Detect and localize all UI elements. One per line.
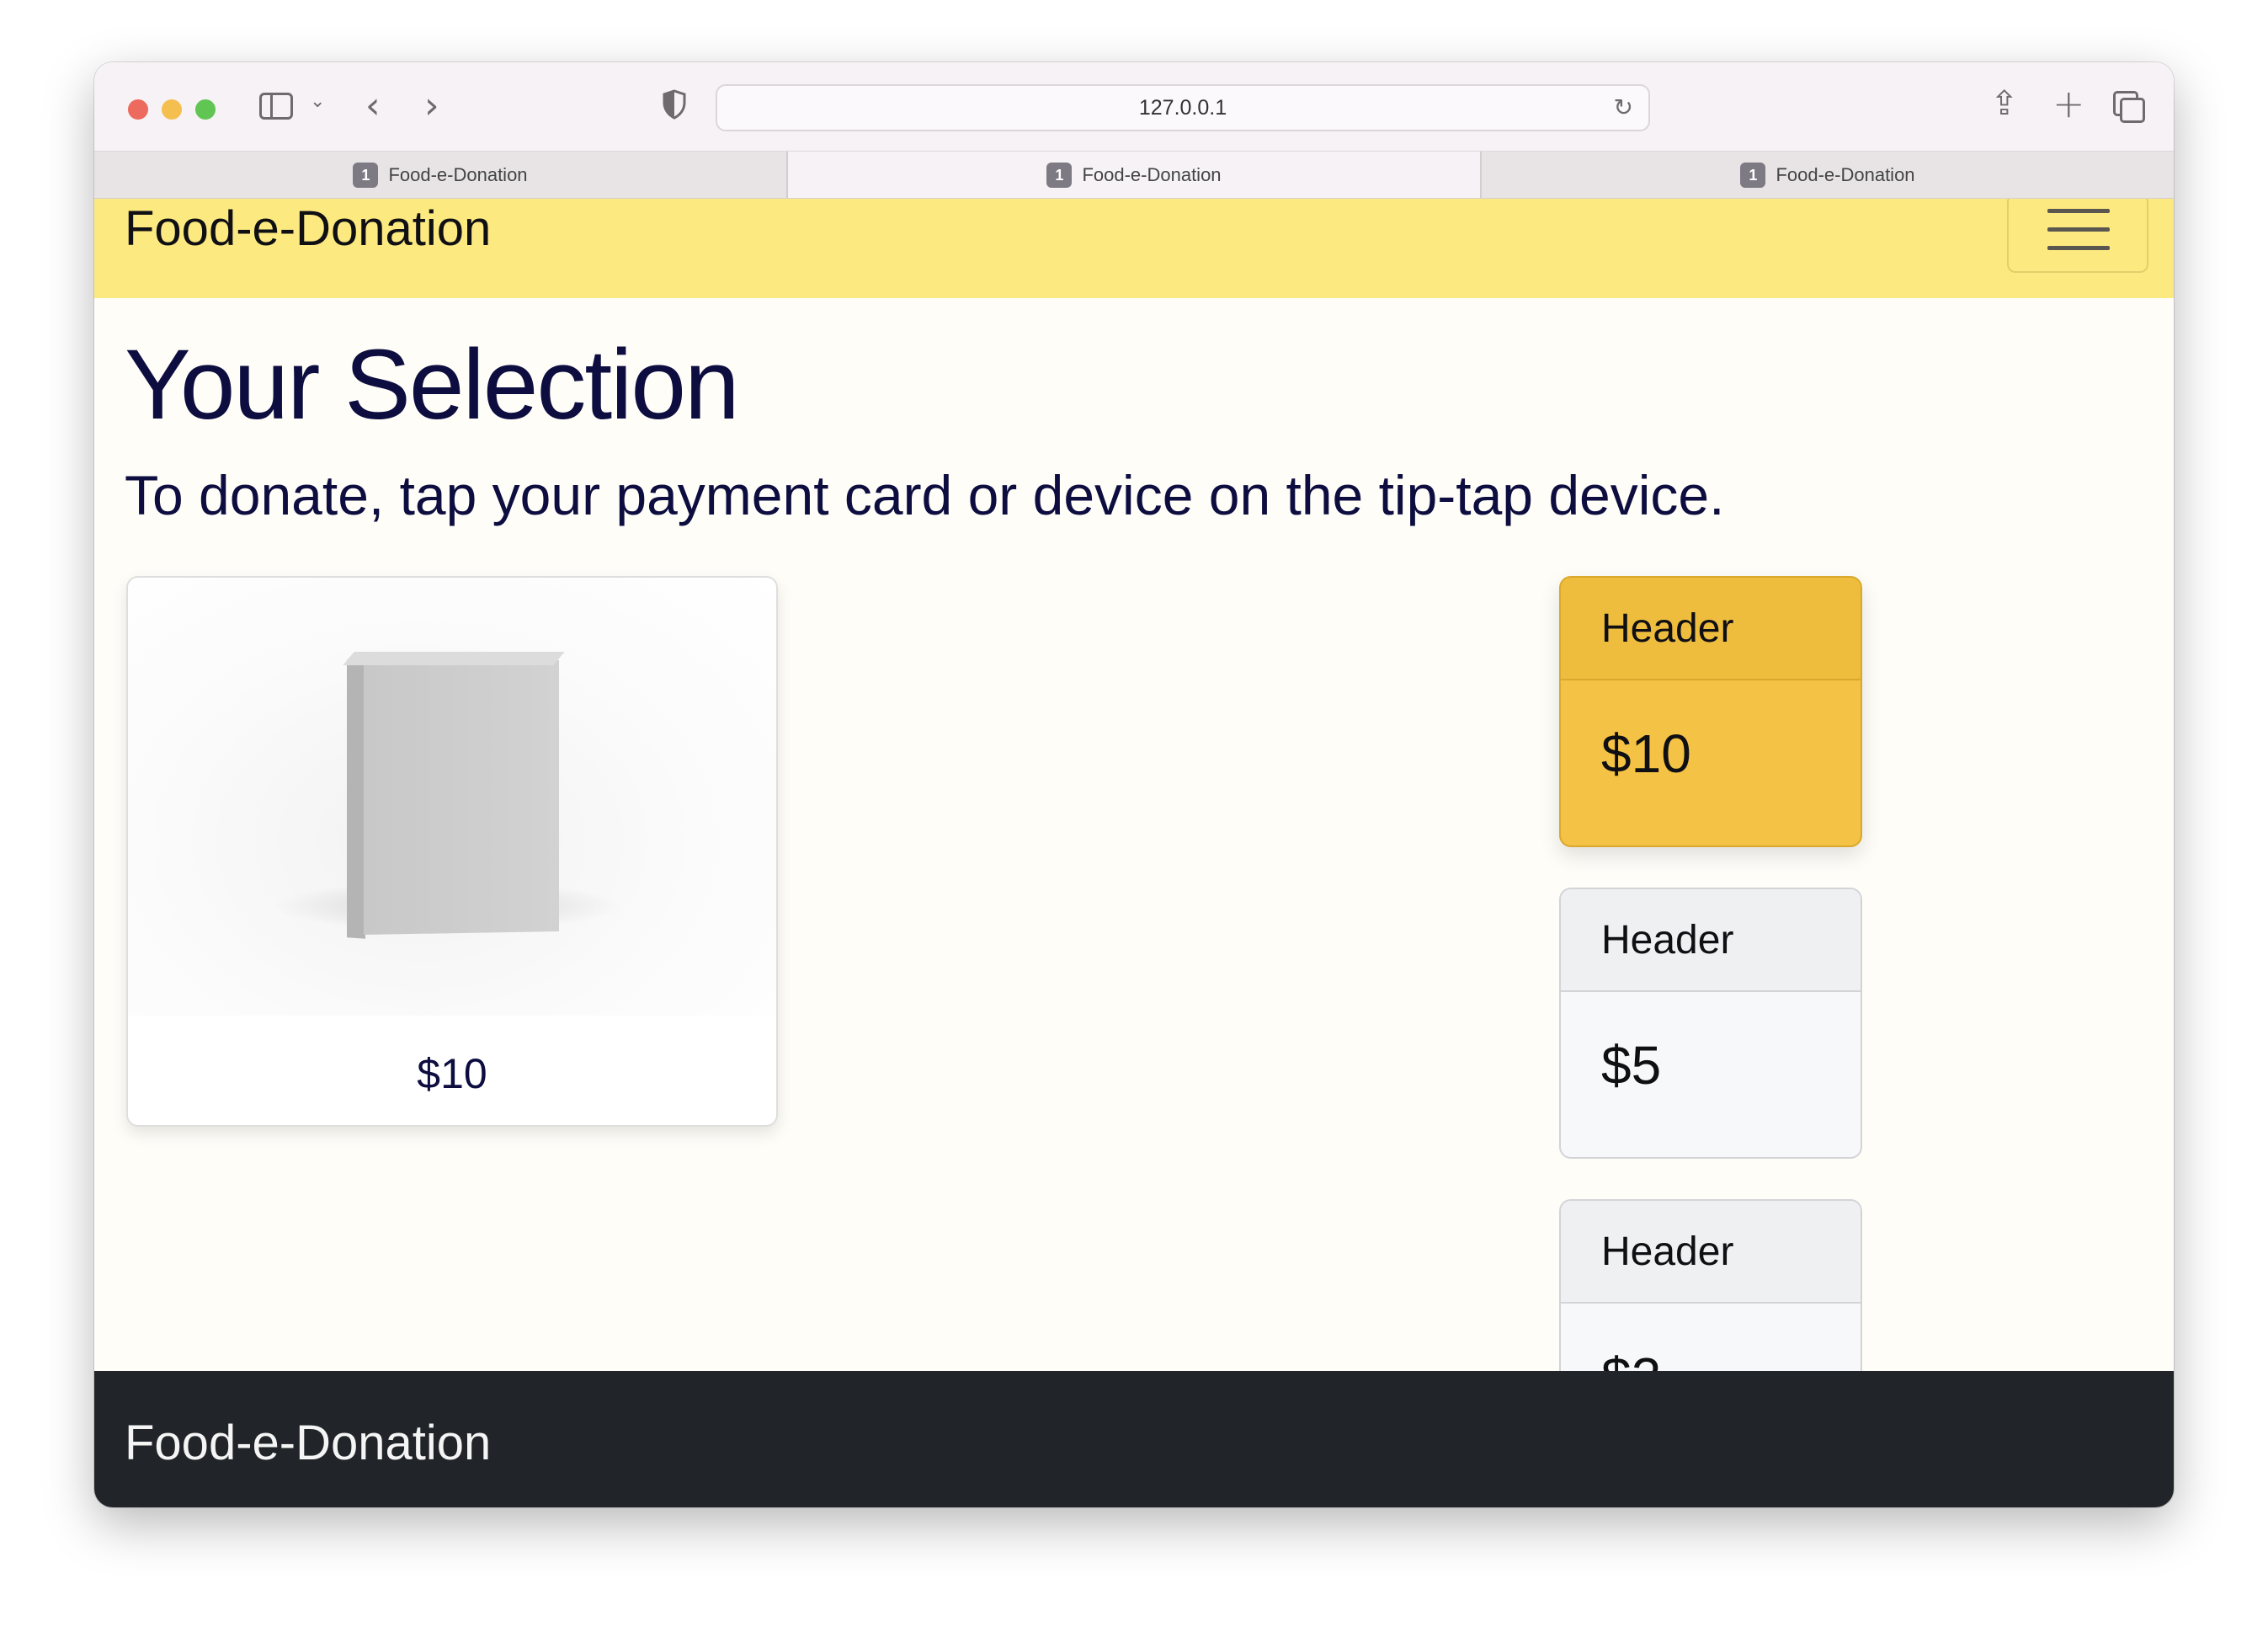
hamburger-line — [2047, 209, 2110, 213]
amount-card-header: Header — [1561, 1201, 1861, 1304]
shield-icon[interactable] — [662, 89, 687, 120]
tab-badge: 1 — [1740, 162, 1766, 188]
product-image — [128, 578, 776, 1016]
forward-icon[interactable]: › — [424, 84, 439, 127]
navbar-brand[interactable]: Food-e-Donation — [125, 199, 491, 259]
tab-1[interactable]: 1 Food-e-Donation — [94, 152, 788, 198]
back-icon[interactable]: ‹ — [365, 84, 381, 127]
hamburger-line — [2047, 246, 2110, 250]
browser-window: ⌄ ‹ › 127.0.0.1 ↻ ⇪ + 1 Food-e-Donation … — [94, 62, 2174, 1507]
footer: Food-e-Donation — [94, 1371, 2174, 1507]
amount-card-header: Header — [1561, 578, 1861, 680]
tabs-icon[interactable] — [2113, 91, 2145, 123]
tab-badge: 1 — [1046, 162, 1073, 188]
menu-toggle-button[interactable] — [2007, 199, 2148, 273]
tab-bar: 1 Food-e-Donation 1 Food-e-Donation 1 Fo… — [94, 152, 2174, 199]
tab-label: Food-e-Donation — [1776, 163, 1915, 185]
box-front — [364, 659, 559, 936]
amount-card-header: Header — [1561, 889, 1861, 992]
reload-icon[interactable]: ↻ — [1614, 86, 1633, 130]
tab-label: Food-e-Donation — [1082, 163, 1222, 185]
amount-card-value: $10 — [1601, 723, 1691, 784]
tab-3[interactable]: 1 Food-e-Donation — [1482, 152, 2174, 198]
minimize-window-button[interactable] — [162, 99, 182, 120]
web-page: Food-e-Donation Your Selection To donate… — [94, 199, 2174, 1371]
tab-badge: 1 — [353, 162, 379, 188]
hamburger-line — [2047, 227, 2110, 232]
chevron-down-icon[interactable]: ⌄ — [310, 91, 325, 112]
sidebar-icon[interactable] — [259, 93, 293, 120]
amount-card-10[interactable]: Header $10 — [1559, 576, 1862, 847]
box-side — [347, 659, 365, 939]
product-price: $10 — [417, 1050, 487, 1097]
browser-toolbar: ⌄ ‹ › 127.0.0.1 ↻ ⇪ + — [94, 62, 2174, 152]
navbar: Food-e-Donation — [94, 199, 2174, 298]
tab-label: Food-e-Donation — [388, 163, 528, 185]
tab-2[interactable]: 1 Food-e-Donation — [788, 152, 1482, 198]
amount-card-5[interactable]: Header $5 — [1559, 888, 1862, 1159]
page-title: Your Selection — [125, 329, 740, 440]
address-bar[interactable]: 127.0.0.1 ↻ — [716, 84, 1650, 131]
footer-brand: Food-e-Donation — [125, 1416, 492, 1470]
box-top — [343, 652, 565, 665]
share-icon[interactable]: ⇪ — [1990, 84, 2019, 123]
address-text: 127.0.0.1 — [1138, 96, 1227, 120]
close-window-button[interactable] — [128, 99, 148, 120]
plus-icon[interactable]: + — [2052, 81, 2085, 126]
page-subtitle: To donate, tap your payment card or devi… — [125, 464, 1725, 526]
amount-card-value: $2 — [1561, 1304, 1861, 1371]
amount-card-2[interactable]: Header $2 — [1559, 1199, 1862, 1371]
amount-card-value: $5 — [1601, 1035, 1662, 1096]
product-card: $10 — [126, 576, 778, 1127]
zoom-window-button[interactable] — [195, 99, 216, 120]
